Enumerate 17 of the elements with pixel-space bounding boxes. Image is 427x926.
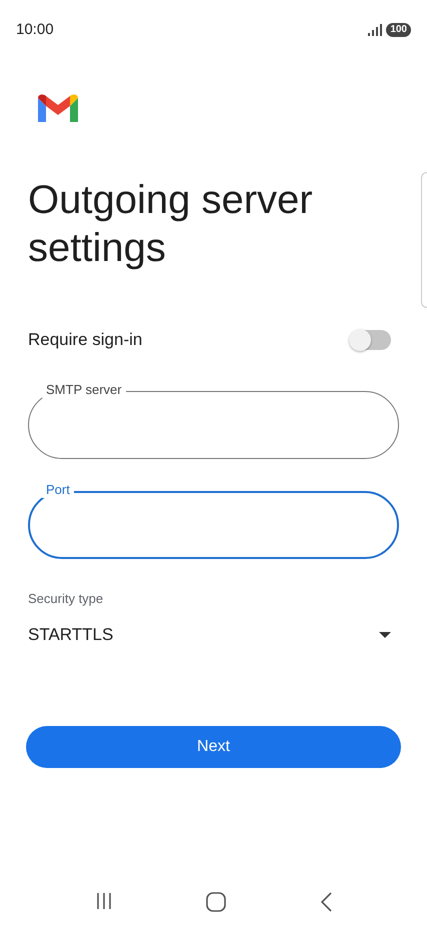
page-title: Outgoing server settings: [28, 177, 314, 272]
battery-level: 100: [386, 23, 411, 37]
dropdown-label: Security type: [28, 590, 104, 608]
clock: 10:00: [16, 20, 54, 40]
home-icon[interactable]: [206, 892, 226, 912]
back-icon[interactable]: [318, 892, 332, 912]
dropdown-caret-icon[interactable]: [379, 632, 391, 638]
next-button[interactable]: Next: [26, 726, 401, 768]
text-field[interactable]: SMTP server: [28, 382, 399, 458]
signal-icon: [368, 24, 382, 36]
field-label: SMTP server: [42, 382, 126, 398]
text-field[interactable]: Port: [28, 482, 399, 558]
recent-apps-icon[interactable]: [94, 892, 112, 910]
switch-label: Require sign-in: [28, 329, 142, 351]
toggle-switch[interactable]: [351, 330, 391, 350]
dropdown-value[interactable]: STARTTLS: [28, 622, 114, 648]
mail-logo-icon: [38, 94, 78, 124]
